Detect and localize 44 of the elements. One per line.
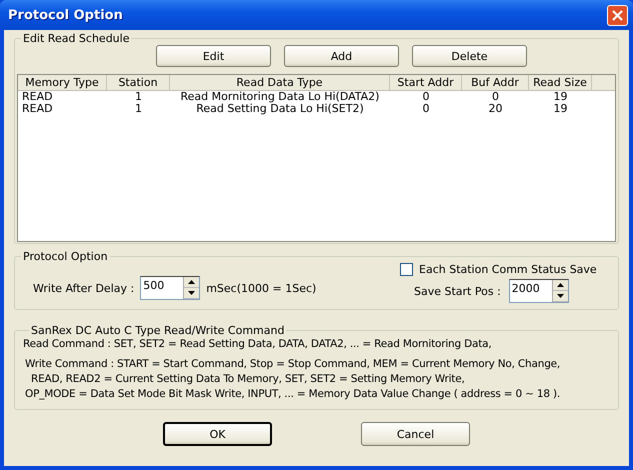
close-icon	[611, 8, 624, 22]
group-title: Edit Read Schedule	[22, 32, 130, 45]
unit-label: mSec(1000 = 1Sec)	[206, 282, 316, 294]
up-arrow-icon	[188, 280, 196, 284]
up-arrow-icon	[556, 283, 564, 287]
field-label: Write After Delay :	[33, 282, 134, 294]
down-arrow-icon	[556, 294, 564, 298]
column-header[interactable]: Read Size	[529, 75, 592, 90]
dialog-button[interactable]: Cancel	[361, 422, 470, 446]
table-cell-text: Read Mornitoring Data Lo Hi(DATA2)	[180, 91, 380, 103]
table-cell-text: 0	[491, 91, 500, 103]
column-header[interactable]: Read Data Type	[170, 75, 390, 90]
column-header[interactable]: Station	[107, 75, 170, 90]
table-cell-text: 0	[422, 91, 430, 103]
table-cell-text: 1	[134, 91, 143, 103]
group-title: Protocol Option	[22, 250, 109, 263]
group-title: SanRex DC Auto C Type Read/Write Command	[30, 324, 286, 337]
table-cell-text: READ	[21, 91, 54, 103]
column-header[interactable]: Start Addr	[390, 75, 462, 90]
spin-field[interactable]: 500	[140, 276, 200, 300]
down-arrow-icon	[188, 291, 196, 295]
checkbox-label: Each Station Comm Status Save	[419, 263, 597, 276]
dialog-button[interactable]: OK	[163, 422, 272, 446]
table-cell-text: 1	[134, 103, 143, 115]
field-label: Save Start Pos :	[414, 284, 501, 298]
table-cell-text: READ	[21, 103, 54, 115]
help-text: READ, READ2 = Current Setting Data To Memory, SET, SET2 = Setting Memory Write,	[30, 372, 466, 387]
table-cell-text: 19	[552, 103, 568, 115]
close-button[interactable]	[607, 4, 628, 26]
help-text: Write Command : START = Start Command, Stop = Stop Command, MEM = Current Memory No, Change,	[25, 357, 562, 372]
action-button[interactable]: Edit	[156, 45, 271, 67]
action-button[interactable]: Delete	[412, 45, 527, 67]
column-header[interactable]: Memory Type	[18, 75, 107, 90]
column-header[interactable]: Buf Addr	[462, 75, 529, 90]
action-button[interactable]: Add	[284, 45, 399, 67]
spin-field[interactable]: 2000	[508, 279, 569, 303]
table-cell-text: 20	[488, 103, 504, 115]
help-text: OP_MODE = Data Set Mode Bit Mask Write, INPUT, ... = Memory Data Value Change ( address = 0 ~ 18 ).	[25, 387, 561, 402]
table-cell-text: 19	[552, 91, 568, 103]
table-cell-text: Read Setting Data Lo Hi(SET2)	[195, 103, 365, 115]
help-text: Read Command : SET, SET2 = Read Setting Data, DATA, DATA2, ... = Read Mornitoring Data,	[23, 337, 493, 352]
window-title: Protocol Option	[8, 8, 123, 22]
checkbox[interactable]	[400, 263, 413, 276]
table-cell-text: 0	[422, 103, 430, 115]
